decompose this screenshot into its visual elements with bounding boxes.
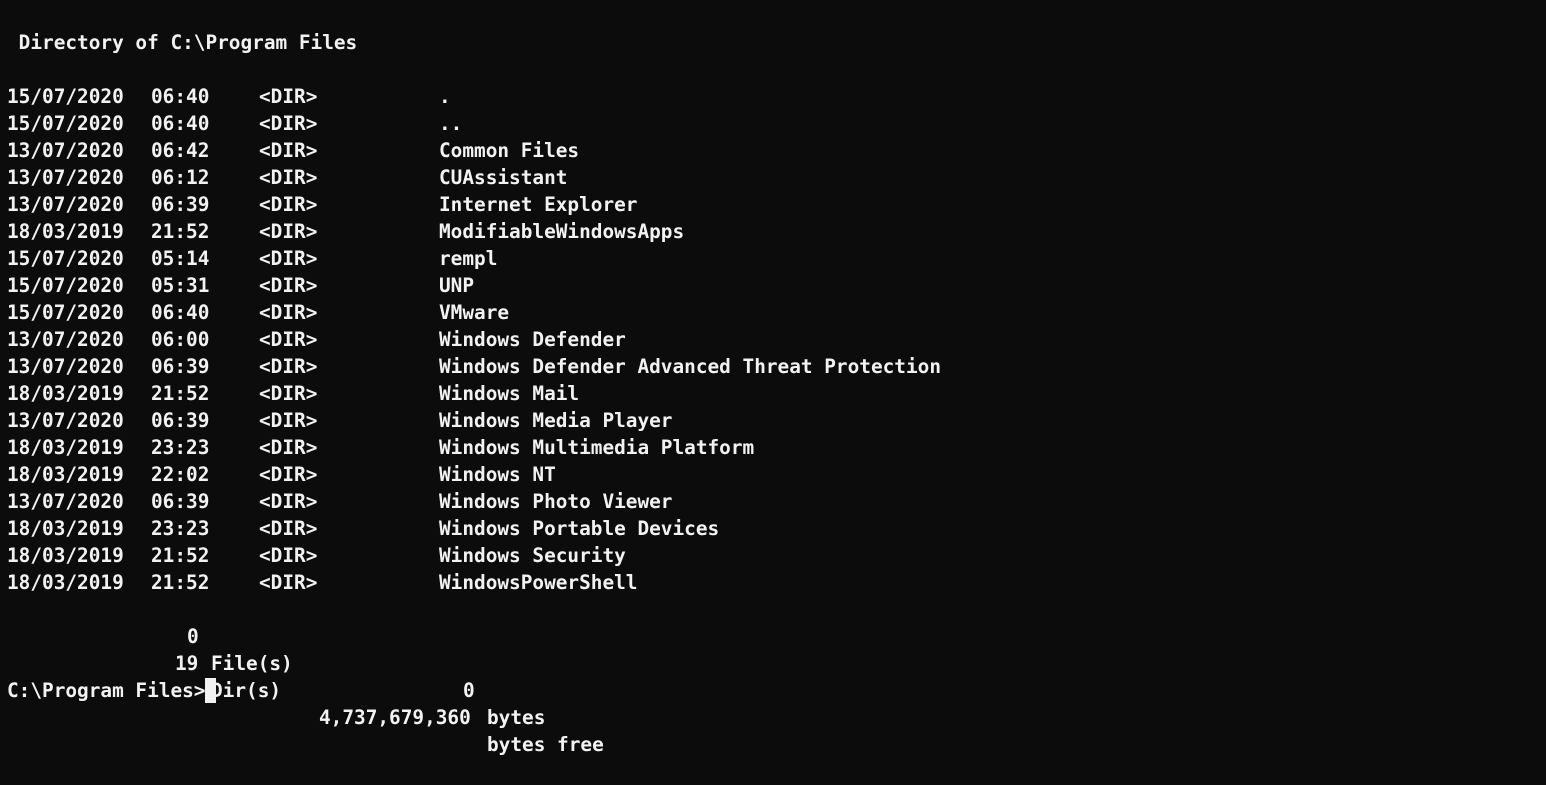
entry-time: 21:52 [151, 544, 210, 567]
entry-date: 15/07/2020 [7, 301, 124, 324]
entry-name: VMware [439, 301, 510, 324]
entry-time: 23:23 [151, 517, 210, 540]
entry-name: WindowsPowerShell [439, 571, 638, 594]
entry-time: 21:52 [151, 220, 210, 243]
entry-date: 13/07/2020 [7, 166, 124, 189]
entry-time: 06:40 [151, 301, 210, 324]
entry-name: Windows Mail [439, 382, 580, 405]
entry-name: UNP [439, 274, 475, 297]
entry-type: <DIR> [259, 166, 318, 189]
entry-time: 06:40 [151, 112, 210, 135]
entry-date: 13/07/2020 [7, 328, 124, 351]
entry-time: 23:23 [151, 436, 210, 459]
entry-time: 21:52 [151, 571, 210, 594]
entry-date: 18/03/2019 [7, 463, 124, 486]
entry-date: 13/07/2020 [7, 139, 124, 162]
entry-type: <DIR> [259, 382, 318, 405]
entry-name: CUAssistant [439, 166, 568, 189]
entry-type: <DIR> [259, 571, 318, 594]
entry-type: <DIR> [259, 409, 318, 432]
entry-time: 06:39 [151, 355, 210, 378]
entry-time: 22:02 [151, 463, 210, 486]
entry-type: <DIR> [259, 490, 318, 513]
entry-type: <DIR> [259, 544, 318, 567]
entry-type: <DIR> [259, 301, 318, 324]
entry-date: 13/07/2020 [7, 490, 124, 513]
prompt-text: C:\Program Files> [7, 679, 206, 702]
entry-name: Common Files [439, 139, 580, 162]
entry-type: <DIR> [259, 517, 318, 540]
entry-date: 18/03/2019 [7, 544, 124, 567]
entry-name: Windows Security [439, 544, 626, 567]
entry-date: 15/07/2020 [7, 247, 124, 270]
files-bytes-unit: bytes [487, 706, 546, 729]
entry-type: <DIR> [259, 247, 318, 270]
entry-name: . [439, 85, 451, 108]
entry-type: <DIR> [259, 220, 318, 243]
entry-time: 06:40 [151, 85, 210, 108]
dirs-summary-line: 19 Dir(s) 4,737,679,360 bytes free [7, 623, 604, 756]
command-prompt[interactable]: C:\Program Files> [7, 677, 217, 704]
entry-type: <DIR> [259, 328, 318, 351]
entry-type: <DIR> [259, 85, 318, 108]
entry-time: 05:14 [151, 247, 210, 270]
entry-date: 15/07/2020 [7, 85, 124, 108]
terminal-window[interactable]: Directory of C:\Program Files 15/07/2020… [0, 0, 1546, 756]
entry-date: 18/03/2019 [7, 517, 124, 540]
entry-time: 06:42 [151, 139, 210, 162]
entry-time: 06:39 [151, 193, 210, 216]
entry-date: 13/07/2020 [7, 409, 124, 432]
entry-time: 06:12 [151, 166, 210, 189]
files-summary-line: 0 File(s) 0 bytes [7, 596, 545, 729]
entry-type: <DIR> [259, 355, 318, 378]
entry-type: <DIR> [259, 112, 318, 135]
dirs-label: Dir(s) [211, 679, 282, 702]
entry-type: <DIR> [259, 463, 318, 486]
entry-type: <DIR> [259, 193, 318, 216]
files-label: File(s) [211, 652, 293, 675]
entry-date: 18/03/2019 [7, 220, 124, 243]
entry-name: Windows Portable Devices [439, 517, 720, 540]
entry-name: .. [439, 112, 463, 135]
entry-date: 18/03/2019 [7, 571, 124, 594]
text-cursor [205, 678, 217, 703]
free-bytes-unit: bytes free [487, 733, 604, 756]
entry-time: 06:39 [151, 409, 210, 432]
entry-date: 15/07/2020 [7, 112, 124, 135]
entry-type: <DIR> [259, 436, 318, 459]
entry-date: 13/07/2020 [7, 355, 124, 378]
files-count: 0 [187, 625, 199, 648]
entry-name: Windows Multimedia Platform [439, 436, 755, 459]
entry-date: 13/07/2020 [7, 193, 124, 216]
entry-date: 18/03/2019 [7, 436, 124, 459]
entry-date: 15/07/2020 [7, 274, 124, 297]
entry-name: Windows Media Player [439, 409, 673, 432]
entry-time: 06:39 [151, 490, 210, 513]
entry-name: Windows Photo Viewer [439, 490, 673, 513]
entry-name: Windows NT [439, 463, 556, 486]
entry-type: <DIR> [259, 274, 318, 297]
entry-type: <DIR> [259, 139, 318, 162]
entry-time: 05:31 [151, 274, 210, 297]
entry-name: Windows Defender Advanced Threat Protect… [439, 355, 941, 378]
dirs-count: 19 [175, 652, 199, 675]
entry-time: 06:00 [151, 328, 210, 351]
directory-header: Directory of C:\Program Files [7, 31, 358, 54]
files-bytes: 0 [463, 679, 475, 702]
entry-name: Internet Explorer [439, 193, 638, 216]
entry-name: ModifiableWindowsApps [439, 220, 685, 243]
entry-time: 21:52 [151, 382, 210, 405]
entry-name: Windows Defender [439, 328, 626, 351]
entry-name: rempl [439, 247, 498, 270]
free-bytes: 4,737,679,360 [319, 706, 471, 729]
entry-date: 18/03/2019 [7, 382, 124, 405]
